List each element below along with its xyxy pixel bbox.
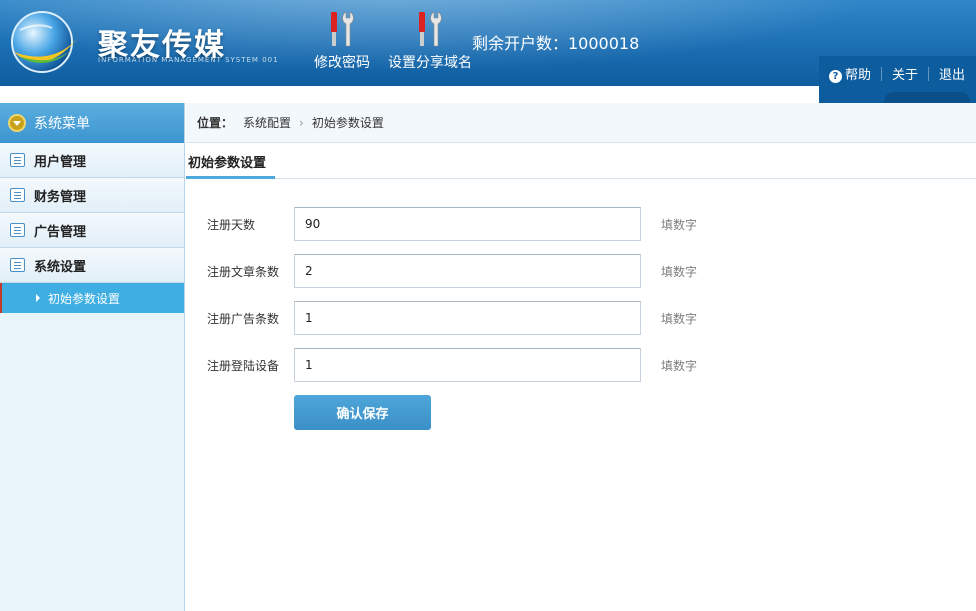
- share-domain-label: 设置分享域名: [388, 55, 472, 71]
- breadcrumb: 位置： 系统配置 › 初始参数设置: [186, 103, 976, 143]
- about-link[interactable]: 关于: [892, 64, 918, 83]
- list-icon: [10, 258, 25, 272]
- chevron-right-icon: ›: [299, 115, 304, 130]
- nav-divider: [928, 66, 930, 81]
- field-hint: 填数字: [661, 264, 698, 279]
- form-row: 注册登陆设备 填数字: [207, 348, 697, 382]
- change-password-label: 修改密码: [314, 55, 370, 71]
- register-ads-input[interactable]: [294, 301, 641, 335]
- breadcrumb-label: 位置：: [197, 116, 234, 130]
- sidebar-item-finance[interactable]: 财务管理: [0, 178, 184, 213]
- list-icon: [10, 188, 25, 202]
- sidebar-item-label: 用户管理: [34, 154, 87, 170]
- logout-link[interactable]: 退出: [939, 64, 965, 83]
- change-password-button[interactable]: 修改密码: [310, 10, 374, 72]
- sidebar-item-label: 系统设置: [34, 259, 87, 275]
- tools-icon: [419, 11, 442, 47]
- field-label: 注册广告条数: [207, 311, 280, 326]
- sidebar-title: 系统菜单: [34, 116, 90, 132]
- form-row: 注册文章条数 填数字: [207, 254, 697, 288]
- chevron-down-icon: [8, 114, 26, 132]
- list-icon: [10, 153, 25, 167]
- nav-divider: [881, 66, 883, 81]
- brand-subtitle: INFORMATION MANAGEMENT SYSTEM 001: [98, 56, 279, 64]
- help-label: 帮助: [845, 68, 872, 83]
- remaining-accounts: 剩余开户数：1000018: [472, 34, 640, 53]
- field-label: 注册文章条数: [207, 264, 280, 279]
- register-articles-input[interactable]: [294, 254, 641, 288]
- breadcrumb-item[interactable]: 初始参数设置: [312, 114, 384, 131]
- sidebar-item-users[interactable]: 用户管理: [0, 143, 184, 178]
- field-hint: 填数字: [661, 311, 698, 326]
- sidebar-subitem-init-params[interactable]: 初始参数设置: [0, 283, 184, 313]
- field-hint: 填数字: [661, 217, 698, 232]
- register-days-input[interactable]: [294, 207, 641, 241]
- caret-right-icon: [36, 294, 40, 302]
- list-icon: [10, 223, 25, 237]
- sidebar: 系统菜单 用户管理 财务管理 广告管理 系统设置 初始参数设置: [0, 103, 185, 611]
- tab-init-params[interactable]: 初始参数设置: [186, 146, 275, 179]
- sidebar-item-label: 财务管理: [34, 189, 87, 205]
- sidebar-header[interactable]: 系统菜单: [0, 103, 184, 143]
- save-button[interactable]: 确认保存: [294, 395, 431, 430]
- field-label: 注册天数: [207, 217, 256, 232]
- breadcrumb-item[interactable]: 系统配置: [243, 114, 291, 131]
- sidebar-item-label: 广告管理: [34, 224, 87, 240]
- field-hint: 填数字: [661, 358, 698, 373]
- top-nav: ? 帮助 关于 退出: [829, 64, 965, 83]
- field-label: 注册登陆设备: [207, 358, 280, 373]
- help-icon: ?: [829, 70, 842, 83]
- register-devices-input[interactable]: [294, 348, 641, 382]
- sidebar-item-ads[interactable]: 广告管理: [0, 213, 184, 248]
- form-row: 注册天数 填数字: [207, 207, 697, 241]
- share-domain-button[interactable]: 设置分享域名: [384, 10, 476, 72]
- help-link[interactable]: ? 帮助: [829, 64, 871, 83]
- globe-logo-icon: [11, 11, 78, 73]
- sidebar-item-system[interactable]: 系统设置: [0, 248, 184, 283]
- form-row: 注册广告条数 填数字: [207, 301, 697, 335]
- sidebar-subitem-label: 初始参数设置: [48, 291, 121, 306]
- tools-icon: [331, 11, 354, 47]
- tab-divider: [186, 178, 976, 179]
